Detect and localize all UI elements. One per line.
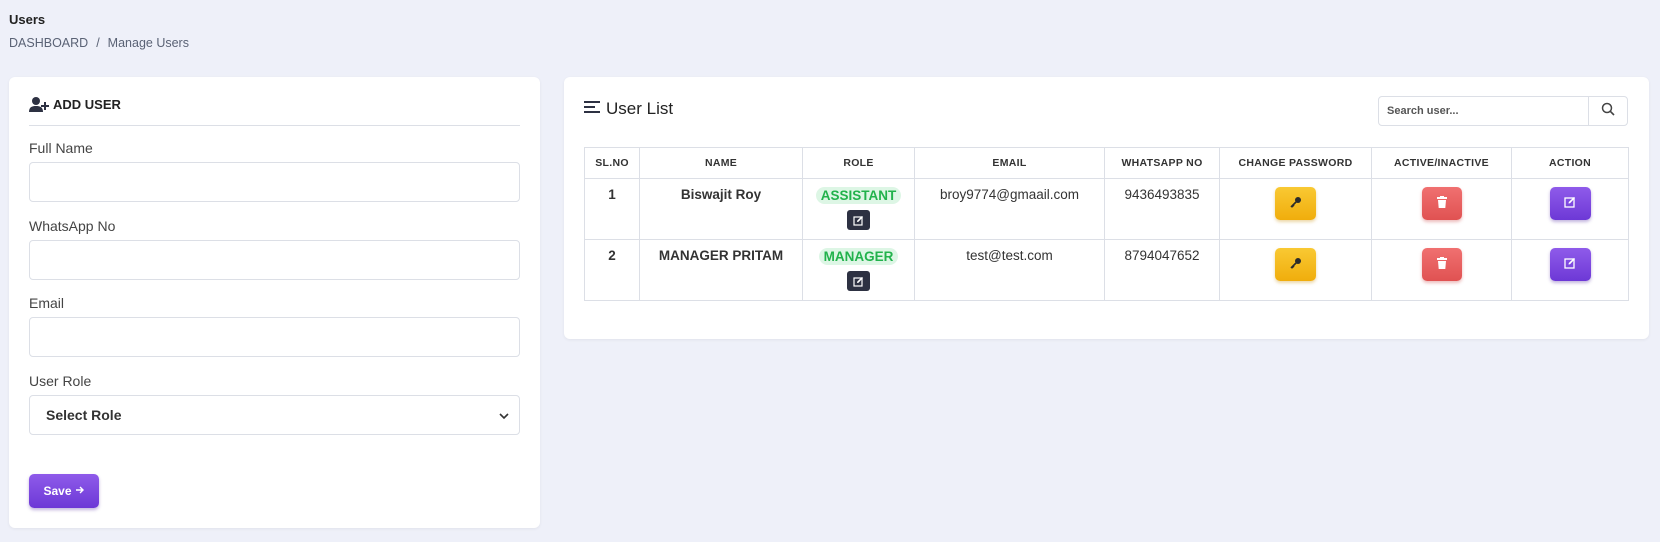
user-role-label: User Role <box>29 373 92 389</box>
column-header: ACTION <box>1511 147 1629 179</box>
search-box <box>1378 96 1628 126</box>
user-plus-icon <box>29 96 49 114</box>
full-name-input[interactable] <box>29 162 520 202</box>
key-icon <box>1289 196 1302 211</box>
edit-role-button[interactable] <box>847 271 870 291</box>
column-header: CHANGE PASSWORD <box>1219 147 1372 179</box>
edit-user-button[interactable] <box>1549 187 1591 220</box>
toggle-active-button[interactable] <box>1421 248 1462 281</box>
row-sl-no: 2 <box>584 239 640 301</box>
row-role-cell: MANAGER <box>802 239 915 301</box>
row-name: Biswajit Roy <box>639 178 803 240</box>
breadcrumb: DASHBOARD / Manage Users <box>9 36 189 50</box>
row-action-cell <box>1511 239 1629 301</box>
role-badge: ASSISTANT <box>815 187 902 204</box>
add-user-heading: ADD USER <box>53 97 121 112</box>
user-role-selected: Select Role <box>46 407 122 423</box>
row-sl-no: 1 <box>584 178 640 240</box>
row-email: broy9774@gmaail.com <box>914 178 1105 240</box>
edit-icon <box>1564 196 1576 211</box>
user-list-card: User List SL.NO NAME ROLE EMAIL WHATSAPP… <box>564 77 1649 339</box>
trash-icon <box>1436 196 1447 211</box>
row-active-cell <box>1371 239 1512 301</box>
change-password-button[interactable] <box>1275 248 1316 281</box>
user-list-heading: User List <box>606 99 674 118</box>
whatsapp-input[interactable] <box>29 240 520 280</box>
user-list-header: User List <box>584 99 673 119</box>
table-row: 2 MANAGER PRITAM MANAGER test@test.com 8… <box>584 239 1629 301</box>
row-active-cell <box>1371 178 1512 240</box>
whatsapp-label: WhatsApp No <box>29 218 116 234</box>
breadcrumb-separator: / <box>96 36 100 50</box>
breadcrumb-current: Manage Users <box>107 36 189 50</box>
row-action-cell <box>1511 178 1629 240</box>
breadcrumb-dashboard-link[interactable]: DASHBOARD <box>9 36 88 50</box>
email-input[interactable] <box>29 317 520 357</box>
email-label: Email <box>29 295 65 311</box>
row-role-cell: ASSISTANT <box>802 178 915 240</box>
change-password-button[interactable] <box>1275 187 1316 220</box>
column-header: SL.NO <box>584 147 640 179</box>
row-name: MANAGER PRITAM <box>639 239 803 301</box>
row-change-password-cell <box>1219 178 1372 240</box>
column-header: NAME <box>639 147 803 179</box>
page-header: Users <box>9 12 45 27</box>
row-change-password-cell <box>1219 239 1372 301</box>
trash-icon <box>1436 257 1447 272</box>
user-table: SL.NO NAME ROLE EMAIL WHATSAPP NO CHANGE… <box>584 147 1629 301</box>
row-whatsapp: 9436493835 <box>1104 178 1220 240</box>
page-title: Users <box>9 12 46 27</box>
chevron-down-icon <box>499 407 509 423</box>
search-input[interactable] <box>1379 97 1588 125</box>
user-role-select[interactable]: Select Role <box>29 395 520 435</box>
edit-role-button[interactable] <box>847 210 870 230</box>
column-header: ACTIVE/INACTIVE <box>1371 147 1512 179</box>
column-header: WHATSAPP NO <box>1104 147 1220 179</box>
row-email: test@test.com <box>914 239 1105 301</box>
row-whatsapp: 8794047652 <box>1104 239 1220 301</box>
full-name-label: Full Name <box>29 140 93 156</box>
search-icon <box>1601 102 1615 121</box>
search-button[interactable] <box>1588 97 1627 125</box>
edit-icon <box>1564 257 1576 272</box>
edit-user-button[interactable] <box>1549 248 1591 281</box>
column-header: ROLE <box>802 147 915 179</box>
list-icon <box>584 100 600 119</box>
table-row: 1 Biswajit Roy ASSISTANT broy9774@gmaail… <box>584 178 1629 240</box>
save-button-label: Save <box>43 484 72 498</box>
column-header: EMAIL <box>914 147 1105 179</box>
save-button[interactable]: Save <box>29 474 99 508</box>
role-badge: MANAGER <box>818 248 899 265</box>
key-icon <box>1289 257 1302 272</box>
table-header-row: SL.NO NAME ROLE EMAIL WHATSAPP NO CHANGE… <box>584 147 1629 179</box>
add-user-card: ADD USER Full Name WhatsApp No Email Use… <box>9 77 540 528</box>
arrow-right-icon <box>75 484 85 498</box>
add-user-header: ADD USER <box>29 96 520 126</box>
toggle-active-button[interactable] <box>1421 187 1462 220</box>
